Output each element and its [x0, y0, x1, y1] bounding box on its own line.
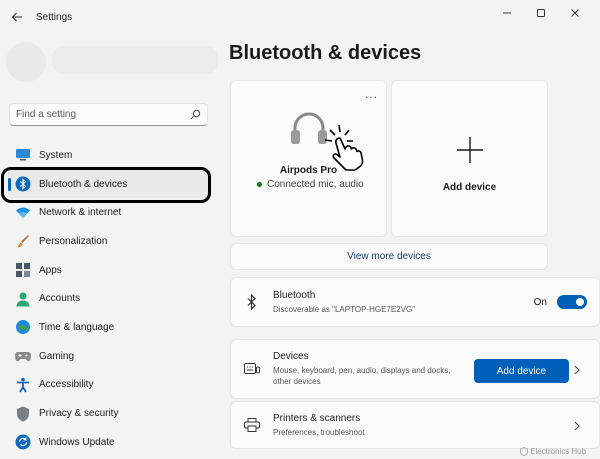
avatar[interactable]	[6, 42, 46, 82]
chevron-right-icon[interactable]	[572, 421, 582, 431]
bluetooth-toggle-label: On	[533, 296, 547, 308]
sidebar-item-label: Gaming	[39, 350, 75, 362]
bluetooth-subtitle: Discoverable as "LAPTOP-HGE7E2VG"	[273, 304, 416, 314]
sidebar-nav: System Bluetooth & devices Network & int…	[8, 141, 212, 457]
minimize-icon	[503, 12, 511, 14]
bluetooth-symbol-icon	[243, 293, 261, 311]
apps-icon	[14, 261, 32, 279]
brush-icon	[14, 232, 32, 250]
person-icon	[14, 290, 32, 308]
sidebar-item-label: Windows Update	[39, 436, 115, 448]
chevron-right-icon[interactable]	[572, 365, 582, 375]
sidebar-item-label: Personalization	[39, 235, 108, 247]
devices-text: Devices Mouse, keyboard, pen, audio, dis…	[273, 351, 463, 387]
sidebar-item-bluetooth[interactable]: Bluetooth & devices	[8, 169, 212, 199]
watermark-brand: Electronics	[530, 447, 570, 456]
sidebar-item-accounts[interactable]: Accounts	[8, 284, 212, 313]
toggle-knob	[576, 298, 584, 306]
window-controls	[490, 2, 592, 24]
maximize-icon	[537, 9, 545, 17]
printers-title: Printers & scanners	[273, 412, 361, 424]
sidebar-item-network[interactable]: Network & internet	[8, 198, 212, 227]
accessibility-icon	[14, 376, 32, 394]
sidebar-item-gaming[interactable]: Gaming	[8, 342, 212, 371]
sidebar-item-accessibility[interactable]: Accessibility	[8, 371, 212, 400]
sidebar-item-time-language[interactable]: Time & language	[8, 313, 212, 342]
maximize-button[interactable]	[524, 2, 558, 24]
view-more-devices-link[interactable]: View more devices	[230, 243, 548, 270]
sidebar-item-privacy-security[interactable]: Privacy & security	[8, 399, 212, 428]
connected-dot-icon	[257, 182, 262, 187]
bluetooth-toggle[interactable]	[557, 295, 587, 309]
app-title: Settings	[36, 11, 73, 23]
device-name: Airpods Pro	[279, 165, 338, 176]
devices-row[interactable]: Devices Mouse, keyboard, pen, audio, dis…	[230, 339, 600, 399]
watermark-logo-icon	[520, 447, 529, 456]
bluetooth-toggle-wrap[interactable]: On	[534, 295, 587, 309]
device-status: Connected mic, audio	[257, 179, 364, 190]
bluetooth-icon	[14, 175, 32, 193]
more-options-icon[interactable]: ...	[365, 88, 378, 100]
profile-name-placeholder	[52, 46, 218, 74]
monitor-icon	[14, 146, 32, 164]
search-icon[interactable]	[190, 109, 201, 120]
back-button[interactable]	[4, 4, 30, 30]
sidebar-item-windows-update[interactable]: Windows Update	[8, 428, 212, 457]
printers-text: Printers & scanners Preferences, trouble…	[273, 413, 463, 438]
sidebar-item-label: System	[39, 149, 73, 161]
sidebar-item-label: Apps	[39, 264, 62, 276]
page-title: Bluetooth & devices	[229, 42, 422, 64]
bluetooth-row: Bluetooth Discoverable as "LAPTOP-HGE7E2…	[230, 277, 600, 327]
update-icon	[14, 433, 32, 451]
device-status-text: Connected mic, audio	[267, 179, 364, 190]
globe-icon	[14, 318, 32, 336]
bluetooth-text: Bluetooth Discoverable as "LAPTOP-HGE7E2…	[273, 290, 463, 315]
watermark: Electronics Hub	[520, 447, 586, 456]
sidebar-item-personalization[interactable]: Personalization	[8, 227, 212, 256]
devices-title: Devices	[273, 351, 309, 362]
sidebar-item-system[interactable]: System	[8, 141, 212, 170]
keyboard-mouse-icon	[243, 360, 261, 378]
printer-icon	[243, 416, 261, 434]
add-device-card[interactable]: Add device	[391, 80, 548, 237]
search-input[interactable]	[16, 109, 190, 120]
sidebar-item-label: Time & language	[39, 321, 115, 333]
bluetooth-title: Bluetooth	[273, 289, 316, 301]
sidebar-item-label: Network & internet	[39, 207, 122, 219]
hand-pointer-icon	[324, 124, 364, 171]
printers-row[interactable]: Printers & scanners Preferences, trouble…	[230, 401, 600, 449]
sidebar-item-label: Bluetooth & devices	[39, 178, 128, 190]
plus-icon	[456, 137, 483, 163]
sidebar-item-label: Accounts	[39, 293, 81, 305]
watermark-suffix: Hub	[571, 447, 586, 456]
close-button[interactable]	[558, 2, 592, 24]
sidebar-item-label: Privacy & security	[39, 408, 119, 420]
view-more-label: View more devices	[347, 251, 431, 262]
search-box[interactable]	[9, 103, 208, 126]
wifi-icon	[14, 204, 32, 222]
sidebar-item-apps[interactable]: Apps	[8, 256, 212, 285]
printers-subtitle: Preferences, troubleshoot	[273, 427, 365, 437]
devices-subtitle: Mouse, keyboard, pen, audio, displays an…	[273, 366, 451, 386]
back-arrow-icon	[11, 12, 22, 22]
add-device-button[interactable]: Add device	[474, 359, 569, 383]
title-bar: Settings	[0, 0, 600, 34]
device-card[interactable]: ... Airpods Pro Connected mic, audio	[230, 80, 387, 237]
close-icon	[571, 9, 579, 17]
sidebar-item-label: Accessibility	[39, 379, 94, 391]
add-device-label: Add device	[442, 182, 497, 193]
shield-icon	[14, 405, 32, 423]
gamepad-icon	[14, 347, 32, 365]
minimize-button[interactable]	[490, 2, 524, 24]
